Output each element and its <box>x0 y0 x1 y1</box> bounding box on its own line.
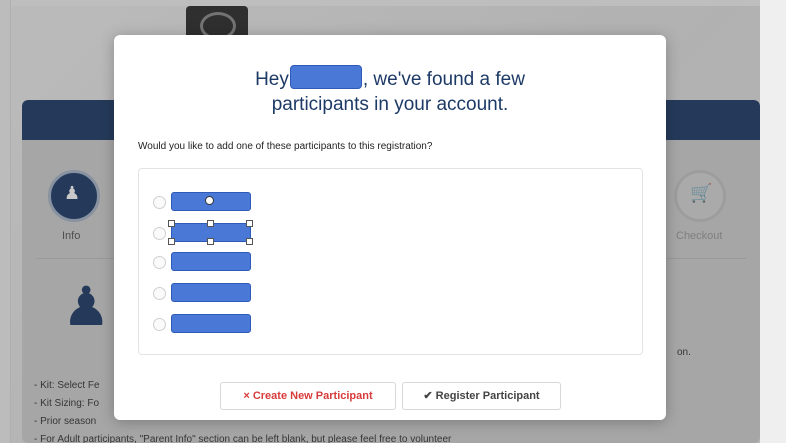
participant-radio[interactable] <box>153 256 166 269</box>
redacted-name <box>289 65 362 89</box>
dialog-question: Would you like to add one of these parti… <box>138 141 433 152</box>
create-new-participant-button[interactable]: × Create New Participant <box>220 382 396 410</box>
dialog-title-line1: Hey , we've found a few <box>114 65 666 91</box>
selection-handle[interactable] <box>207 238 214 245</box>
title-greeting: Hey <box>255 69 289 90</box>
selection-handle[interactable] <box>168 220 175 227</box>
create-button-label: Create New Participant <box>252 390 373 402</box>
participant-name-redacted <box>171 283 251 302</box>
participants-dialog: Hey , we've found a few participants in y… <box>114 35 666 420</box>
selection-handle[interactable] <box>246 220 253 227</box>
title-found-text: , we've found a few <box>362 69 525 90</box>
frame-right-border <box>760 0 786 443</box>
cursor-icon <box>205 196 214 205</box>
participant-name-redacted <box>171 314 251 333</box>
register-button-label: Register Participant <box>435 390 540 402</box>
participant-radio[interactable] <box>153 287 166 300</box>
participant-radio[interactable] <box>153 318 166 331</box>
selection-handle[interactable] <box>168 238 175 245</box>
close-icon: × <box>243 390 250 402</box>
register-participant-button[interactable]: ✔ Register Participant <box>402 382 561 410</box>
screen: ♟ Info 🛒 Checkout ♟♟ - Kit: Select Fe - … <box>0 0 786 443</box>
participant-list <box>138 168 643 355</box>
dialog-title-line2: participants in your account. <box>271 94 509 115</box>
checkmark-icon: ✔ <box>423 390 433 402</box>
selection-handle[interactable] <box>246 238 253 245</box>
participant-radio[interactable] <box>153 196 166 209</box>
selection-handle[interactable] <box>207 220 214 227</box>
participant-name-redacted <box>171 252 251 271</box>
participant-radio[interactable] <box>153 227 166 240</box>
